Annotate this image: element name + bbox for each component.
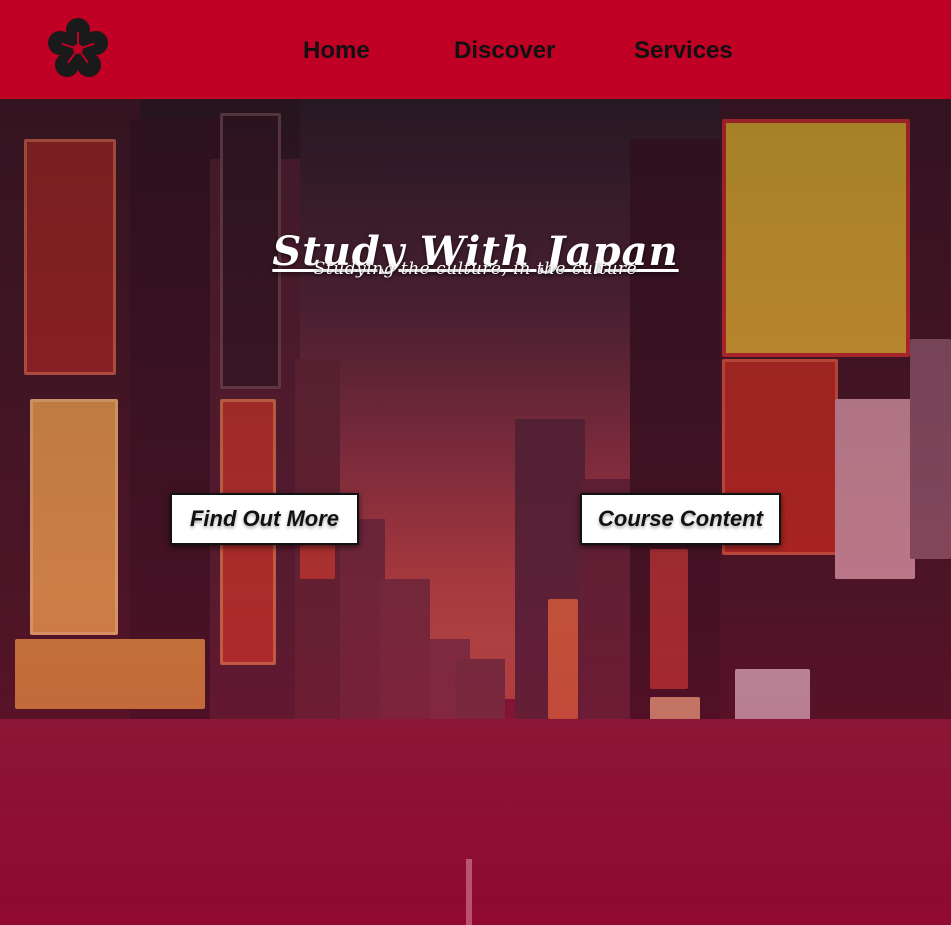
top-nav-bar: Home Discover Services [0, 0, 951, 99]
nav-link-services[interactable]: Services [634, 36, 733, 66]
hero-color-overlay [0, 99, 951, 925]
find-out-more-button[interactable]: Find Out More [170, 493, 359, 545]
hero-subtitle: Studying the culture, in the culture [313, 259, 638, 279]
hero-section: Study With Japan Studying the culture, i… [0, 99, 951, 925]
nav-link-home[interactable]: Home [303, 36, 370, 66]
nav-link-discover[interactable]: Discover [454, 36, 555, 66]
course-content-button[interactable]: Course Content [580, 493, 781, 545]
flower-crest-icon[interactable] [47, 18, 109, 80]
page: Home Discover Services Study With Japan … [0, 0, 951, 925]
